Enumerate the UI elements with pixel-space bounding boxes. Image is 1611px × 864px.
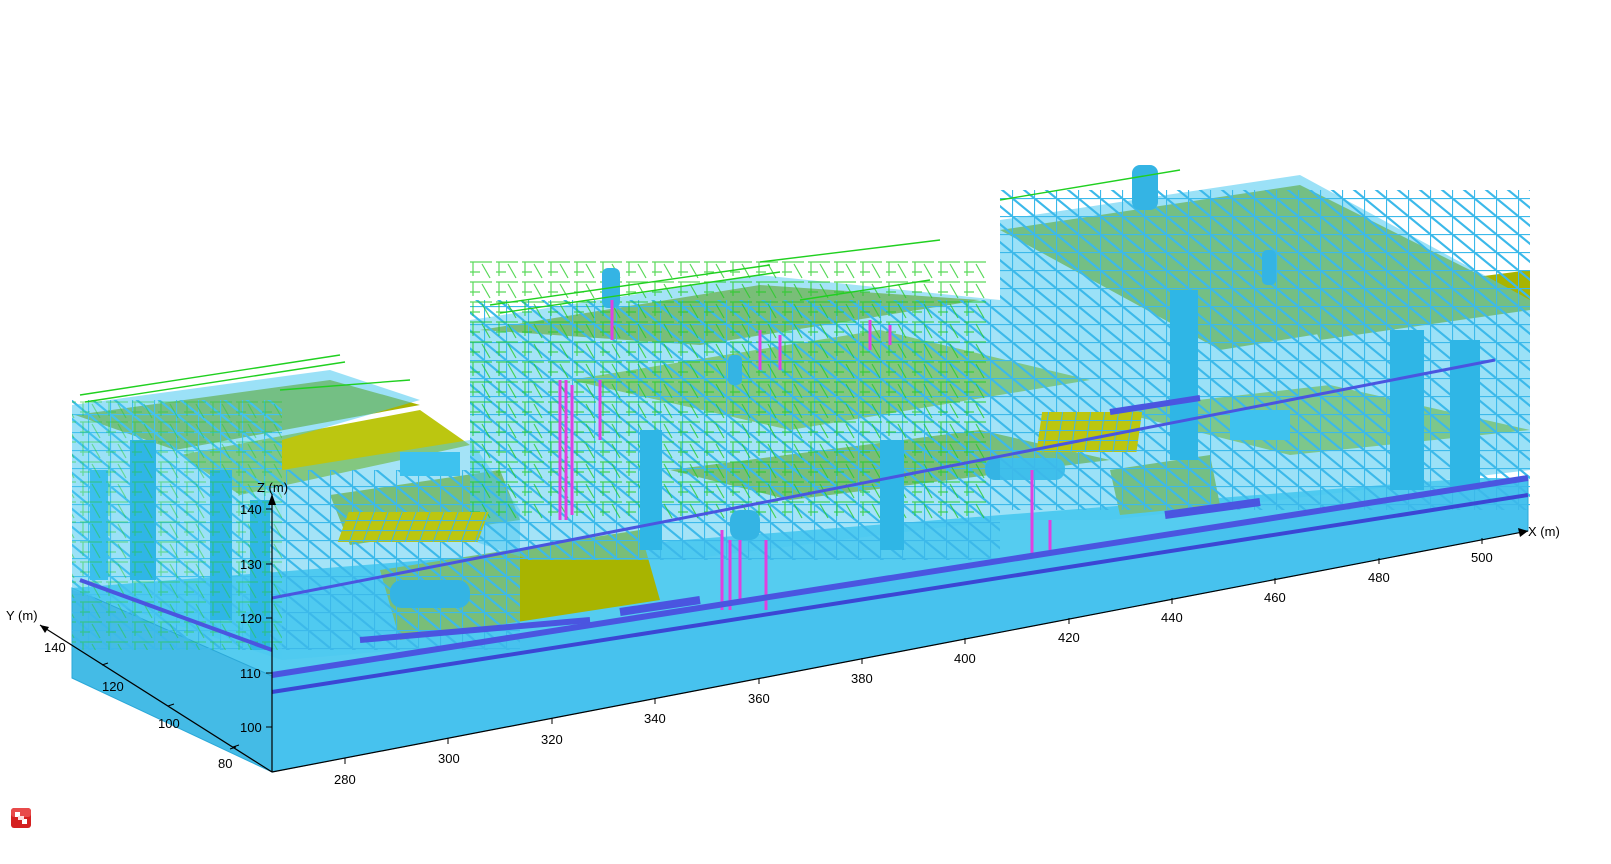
x-tick-label: 500 xyxy=(1471,550,1493,565)
x-tick-label: 460 xyxy=(1264,590,1286,605)
x-tick-label: 340 xyxy=(644,711,666,726)
y-tick-label: 100 xyxy=(158,716,180,731)
y-tick-label: 140 xyxy=(44,640,66,655)
app-logo-icon[interactable] xyxy=(10,807,32,829)
x-tick-label: 360 xyxy=(748,691,770,706)
y-axis-title: Y (m) xyxy=(6,608,38,623)
z-tick-label: 120 xyxy=(240,611,262,626)
x-tick-label: 280 xyxy=(334,772,356,787)
z-tick-label: 110 xyxy=(240,666,261,681)
x-tick-label: 300 xyxy=(438,751,460,766)
z-tick-label: 130 xyxy=(240,557,262,572)
y-tick-label: 120 xyxy=(102,679,124,694)
x-tick-label: 420 xyxy=(1058,630,1080,645)
x-tick-label: 380 xyxy=(851,671,873,686)
y-tick-label: 80 xyxy=(218,756,232,771)
x-tick-label: 440 xyxy=(1161,610,1183,625)
z-tick-label: 140 xyxy=(240,502,262,517)
z-tick-label: 100 xyxy=(240,720,262,735)
3d-viewport[interactable]: X (m) Y (m) Z (m) 280 300 320 340 360 38… xyxy=(0,0,1611,864)
module-east xyxy=(1000,165,1530,520)
x-tick-label: 320 xyxy=(541,732,563,747)
x-tick-label: 400 xyxy=(954,651,976,666)
x-axis-title: X (m) xyxy=(1528,524,1560,539)
z-axis-title: Z (m) xyxy=(257,480,288,495)
x-tick-label: 480 xyxy=(1368,570,1390,585)
